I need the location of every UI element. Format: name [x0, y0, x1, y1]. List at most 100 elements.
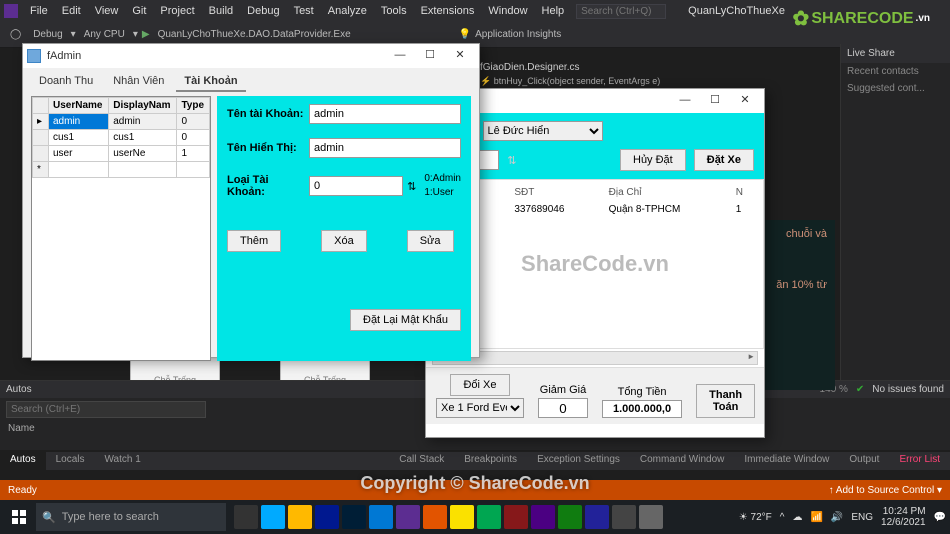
btn-sua[interactable]: Sửa	[407, 230, 454, 252]
menu-file[interactable]: File	[24, 3, 54, 19]
tab-locals[interactable]: Locals	[46, 452, 95, 470]
btn-thanhtoan[interactable]: Thanh Toán	[696, 384, 755, 418]
btn-them[interactable]: Thêm	[227, 230, 281, 252]
menu-project[interactable]: Project	[154, 3, 200, 19]
photoshop-icon[interactable]	[342, 505, 366, 529]
tab-output[interactable]: Output	[839, 452, 889, 470]
minimize-button[interactable]: —	[385, 46, 415, 66]
vscode-icon[interactable]	[369, 505, 393, 529]
table-row-new[interactable]: *	[33, 162, 210, 178]
fadmin-titlebar[interactable]: fAdmin — ☐ ✕	[23, 44, 479, 68]
tab-nhanvien[interactable]: Nhân Viên	[105, 72, 172, 92]
tab-doanhthu[interactable]: Doanh Thu	[31, 72, 101, 92]
app5-icon[interactable]	[531, 505, 555, 529]
lang-indicator[interactable]: ENG	[851, 512, 873, 523]
tab-autos[interactable]: Autos	[0, 452, 46, 470]
menu-analyze[interactable]: Analyze	[322, 3, 373, 19]
taskbar-search[interactable]: 🔍 Type here to search	[36, 503, 226, 531]
tray-chevron-icon[interactable]: ^	[780, 512, 785, 523]
input-hienthi[interactable]	[309, 138, 461, 158]
menu-window[interactable]: Window	[482, 3, 533, 19]
onedrive-icon[interactable]: ☁	[792, 512, 802, 523]
edge-icon[interactable]	[261, 505, 285, 529]
wifi-icon[interactable]: 📶	[810, 512, 822, 523]
notifications-icon[interactable]: 💬	[934, 512, 946, 523]
app2-icon[interactable]	[450, 505, 474, 529]
accounts-grid[interactable]: UserName DisplayNam Type ▸ admin admin 0…	[31, 96, 211, 361]
premiere-icon[interactable]	[315, 505, 339, 529]
total-value: 1.000.000,0	[602, 400, 682, 418]
maximize-button[interactable]: ☐	[415, 46, 445, 66]
table-row[interactable]: ▸ admin admin 0	[33, 114, 210, 130]
btn-xoa[interactable]: Xóa	[321, 230, 367, 252]
toolbar-debug-config[interactable]: Debug	[29, 27, 66, 42]
btn-huydat[interactable]: Hủy Đặt	[620, 149, 686, 171]
toolbar-back-icon[interactable]: ◯	[6, 27, 25, 42]
status-add-source[interactable]: ↑ Add to Source Control ▾	[829, 485, 942, 496]
menu-extensions[interactable]: Extensions	[415, 3, 481, 19]
maximize-button[interactable]: ☐	[700, 91, 730, 111]
taskbar-apps	[234, 505, 663, 529]
col-type[interactable]: Type	[177, 98, 210, 114]
tab-immediate[interactable]: Immediate Window	[734, 452, 839, 470]
toolbar-insights[interactable]: Application Insights	[475, 29, 561, 40]
toolbar-cpu[interactable]: Any CPU	[80, 27, 129, 42]
menu-test[interactable]: Test	[288, 3, 320, 19]
weather-icon[interactable]: ☀ 72°F	[739, 512, 772, 523]
menu-debug[interactable]: Debug	[241, 3, 285, 19]
volume-icon[interactable]: 🔊	[831, 512, 843, 523]
close-button[interactable]: ✕	[445, 46, 475, 66]
toolbar-start-target[interactable]: QuanLyChoThueXe.DAO.DataProvider.Exe	[154, 27, 355, 42]
table-row[interactable]: cus1 cus1 0	[33, 130, 210, 146]
breadcrumb: ⚡ btnHuy_Click(object sender, EventArgs …	[480, 76, 660, 87]
input-taikhoan[interactable]	[309, 104, 461, 124]
explorer-icon[interactable]	[288, 505, 312, 529]
editor-tab[interactable]: fGiaoDien.Designer.cs	[480, 62, 580, 73]
btn-doixe[interactable]: Đổi Xe	[450, 374, 509, 396]
select-khachhang[interactable]: Lê Đức Hiển	[483, 121, 603, 141]
menu-tools[interactable]: Tools	[375, 3, 413, 19]
col-username[interactable]: UserName	[49, 98, 109, 114]
close-button[interactable]: ✕	[730, 91, 760, 111]
tab-errorlist[interactable]: Error List	[889, 452, 950, 470]
app1-icon[interactable]	[423, 505, 447, 529]
suggested-contacts[interactable]: Suggested cont...	[841, 80, 950, 97]
input-giamgia[interactable]	[538, 398, 588, 418]
tab-command[interactable]: Command Window	[630, 452, 734, 470]
tab-exception[interactable]: Exception Settings	[527, 452, 630, 470]
btn-reset-password[interactable]: Đặt Lại Mật Khẩu	[350, 309, 461, 331]
table-row[interactable]: user userNe 1	[33, 146, 210, 162]
clock-date: 12/6/2021	[881, 517, 926, 528]
app8-icon[interactable]	[639, 505, 663, 529]
menu-git[interactable]: Git	[126, 3, 152, 19]
vs-icon[interactable]	[396, 505, 420, 529]
app4-icon[interactable]	[504, 505, 528, 529]
app6-icon[interactable]	[585, 505, 609, 529]
app3-icon[interactable]	[477, 505, 501, 529]
recent-contacts[interactable]: Recent contacts	[841, 63, 950, 80]
excel-icon[interactable]	[558, 505, 582, 529]
solution-name: QuanLyChoThueXe	[688, 5, 785, 17]
menu-edit[interactable]: Edit	[56, 3, 87, 19]
minimize-button[interactable]: —	[670, 91, 700, 111]
start-button[interactable]	[4, 503, 34, 531]
clock-time[interactable]: 10:24 PM	[881, 506, 926, 517]
menu-help[interactable]: Help	[536, 3, 571, 19]
table-row[interactable]: 7796784 337689046 Quận 8-TPHCM 1	[431, 201, 759, 218]
vs-search-input[interactable]	[576, 4, 666, 19]
autos-search[interactable]	[6, 401, 206, 418]
horizontal-scrollbar[interactable]	[432, 351, 758, 365]
taskview-icon[interactable]	[234, 505, 258, 529]
tab-breakpoints[interactable]: Breakpoints	[454, 452, 527, 470]
select-xe[interactable]: Xe 1 Ford Eve	[436, 398, 524, 418]
menu-view[interactable]: View	[89, 3, 125, 19]
app7-icon[interactable]	[612, 505, 636, 529]
col-display[interactable]: DisplayNam	[109, 98, 177, 114]
tab-watch[interactable]: Watch 1	[94, 452, 150, 470]
menu-build[interactable]: Build	[203, 3, 239, 19]
system-tray[interactable]: ☀ 72°F ^ ☁ 📶 🔊 ENG 10:24 PM 12/6/2021 💬	[739, 506, 946, 528]
tab-taikhoan[interactable]: Tài Khoản	[176, 72, 245, 92]
btn-datxe[interactable]: Đặt Xe	[694, 149, 754, 171]
tab-callstack[interactable]: Call Stack	[389, 452, 454, 470]
input-loai[interactable]	[309, 176, 403, 196]
